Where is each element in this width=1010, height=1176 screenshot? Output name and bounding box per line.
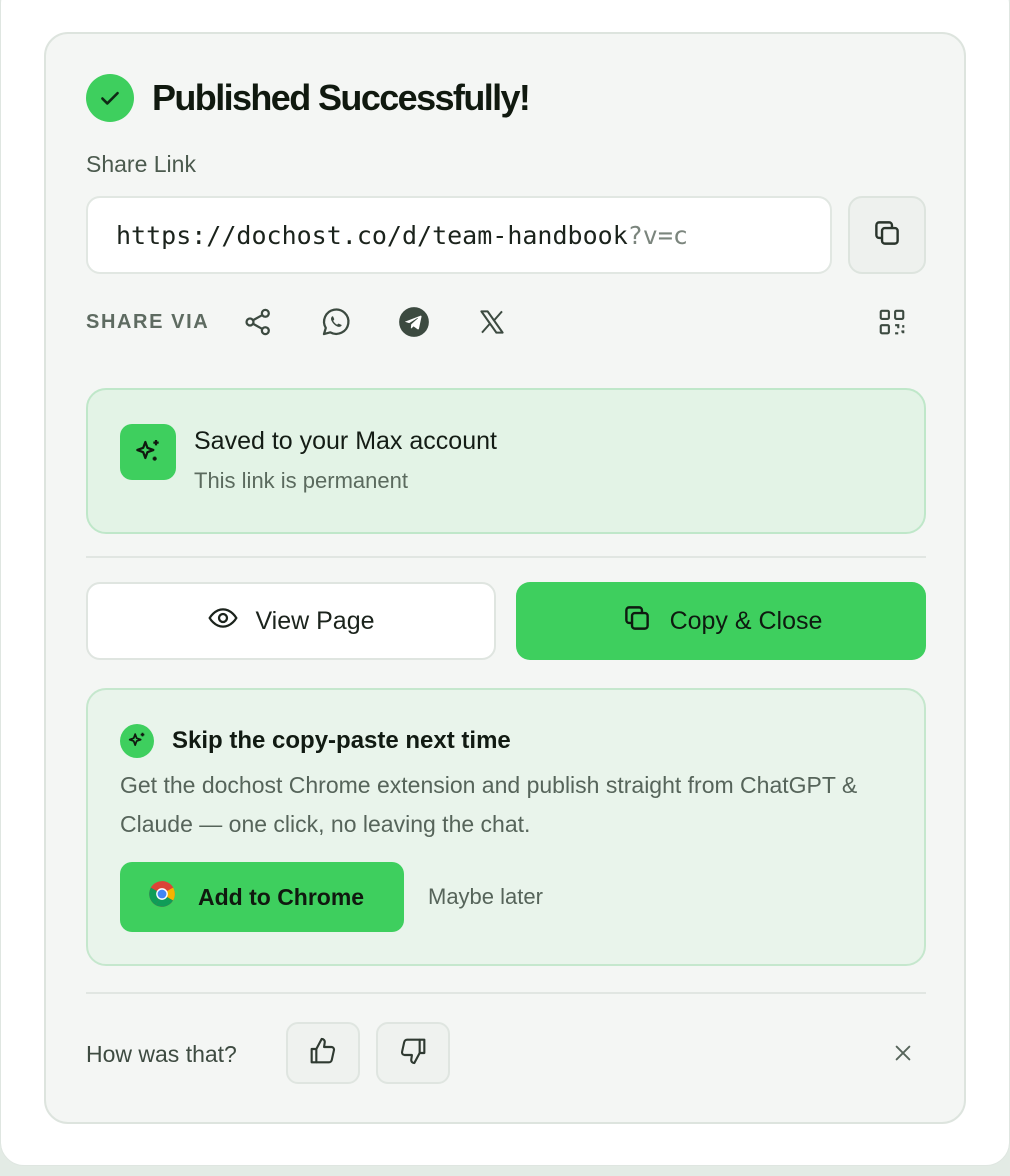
saved-notice: Saved to your Max account This link is p… xyxy=(86,388,926,534)
saved-subtitle: This link is permanent xyxy=(194,468,408,493)
copy-close-label: Copy & Close xyxy=(669,606,823,635)
telegram-icon[interactable] xyxy=(392,300,436,344)
share-link-field[interactable]: https://dochost.co/d/team-handbook ?v=c xyxy=(86,196,832,274)
publish-success-card: Published Successfully! Share Link https… xyxy=(44,32,966,1124)
add-to-chrome-button[interactable]: Add to Chrome xyxy=(120,862,404,932)
qr-code-icon[interactable] xyxy=(870,300,914,344)
sparkle-icon xyxy=(120,424,176,480)
chrome-icon xyxy=(148,880,176,914)
x-icon[interactable] xyxy=(470,300,514,344)
add-to-chrome-label: Add to Chrome xyxy=(198,883,365,910)
feedback-question: How was that? xyxy=(86,1041,237,1067)
maybe-later-link[interactable]: Maybe later xyxy=(428,884,543,910)
page-title: Published Successfully! xyxy=(152,77,531,118)
view-page-button[interactable]: View Page xyxy=(86,582,496,660)
whatsapp-icon[interactable] xyxy=(314,300,358,344)
thumbs-down-button[interactable] xyxy=(376,1022,450,1084)
extension-promo: Skip the copy-paste next time Get the do… xyxy=(86,688,926,966)
thumbs-up-icon xyxy=(307,1035,339,1072)
saved-title: Saved to your Max account xyxy=(194,427,497,455)
divider xyxy=(86,992,926,994)
divider xyxy=(86,556,926,558)
sparkle-icon xyxy=(120,724,154,758)
copy-icon xyxy=(620,601,654,642)
thumbs-down-icon xyxy=(397,1035,429,1072)
eye-icon xyxy=(207,602,239,641)
share-link-label: Share Link xyxy=(86,151,196,177)
share-via-label: SHARE VIA xyxy=(86,311,210,333)
promo-title: Skip the copy-paste next time xyxy=(172,727,511,754)
share-link-url: https://dochost.co/d/team-handbook xyxy=(116,220,628,250)
share-link-query: ?v=c xyxy=(627,220,688,250)
promo-body: Get the dochost Chrome extension and pub… xyxy=(120,772,858,837)
view-page-label: View Page xyxy=(255,606,375,635)
copy-icon xyxy=(870,216,904,255)
copy-close-button[interactable]: Copy & Close xyxy=(516,582,926,660)
close-icon[interactable] xyxy=(886,1036,920,1070)
thumbs-up-button[interactable] xyxy=(286,1022,360,1084)
share-icon[interactable] xyxy=(236,300,280,344)
copy-link-button[interactable] xyxy=(848,196,926,274)
check-icon xyxy=(86,74,134,122)
